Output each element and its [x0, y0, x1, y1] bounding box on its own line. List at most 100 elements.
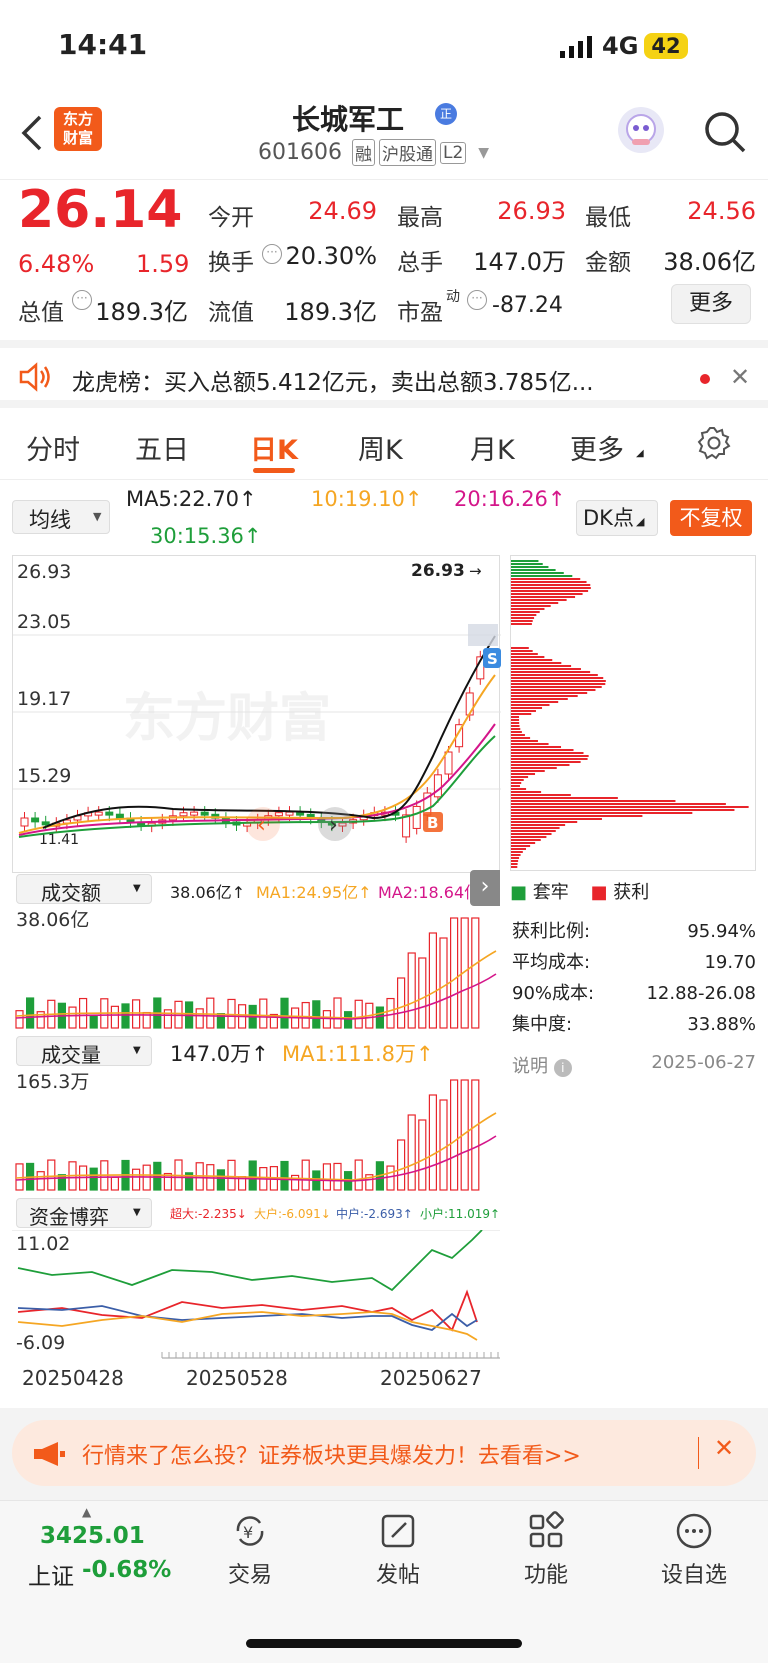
chip-bar	[511, 656, 545, 658]
amount-select[interactable]: 成交额 ▼	[16, 874, 152, 905]
chip-bar	[511, 686, 602, 688]
tab-daily-k[interactable]: 日K	[250, 428, 298, 467]
chip-footer[interactable]: 说明 i 2025-06-27	[512, 1052, 756, 1078]
info-icon[interactable]: ···	[467, 290, 487, 310]
volume-bar	[47, 1159, 56, 1191]
value-open: 24.69	[308, 197, 377, 225]
close-icon[interactable]: ✕	[730, 363, 750, 391]
close-icon[interactable]: ✕	[714, 1434, 734, 1462]
nav-functions[interactable]: 功能	[486, 1511, 606, 1589]
home-indicator	[246, 1639, 522, 1648]
volume-select[interactable]: 成交量 ▼	[16, 1036, 152, 1067]
amount-ma2: MA2:18.64亿	[378, 883, 481, 902]
adjust-button[interactable]: 不复权	[670, 500, 752, 536]
tab-intraday[interactable]: 分时	[26, 428, 80, 467]
fund-mid: 中户:-2.693↑	[336, 1207, 413, 1221]
chevron-down-icon: ▼	[133, 1207, 141, 1218]
chip-bar	[511, 572, 564, 574]
tab-weekly-k[interactable]: 周K	[358, 428, 403, 467]
fund-select[interactable]: 资金博弈 ▼	[16, 1198, 152, 1229]
gear-icon[interactable]	[697, 426, 731, 464]
apps-icon	[529, 1511, 564, 1548]
ad-area: 行情来了怎么投？证券板块更具爆发力！去看看>> ✕	[0, 1408, 768, 1500]
ad-banner[interactable]: 行情来了怎么投？证券板块更具爆发力！去看看>> ✕	[12, 1420, 756, 1486]
ma-select[interactable]: 均线 ▼	[12, 500, 110, 534]
chip-bar	[511, 689, 596, 691]
nav-add-watchlist[interactable]: 设自选	[634, 1511, 754, 1589]
amount-ymax: 38.06亿	[16, 909, 89, 931]
nav-trade[interactable]: ¥ 交易	[190, 1511, 310, 1589]
logo-text-2: 财富	[62, 129, 93, 147]
index-name[interactable]: 上证	[28, 1557, 74, 1591]
volume-bar	[301, 1001, 310, 1029]
panel-toggle-icon[interactable]: ›	[470, 870, 500, 906]
amount-chart[interactable]: 38.06亿	[12, 906, 500, 1030]
chip-bar	[511, 680, 606, 682]
chip-bar	[511, 578, 581, 580]
stock-code-row[interactable]: 601606 融 沪股通 L2 ▼	[258, 139, 489, 166]
chip-bar	[511, 767, 557, 769]
chip-bar	[511, 770, 545, 772]
back-icon[interactable]	[18, 113, 44, 157]
dk-point-label: DK点	[583, 506, 634, 530]
ad-text[interactable]: 行情来了怎么投？证券板块更具爆发力！去看看>>	[82, 1438, 581, 1470]
assistant-avatar[interactable]	[618, 107, 664, 153]
volume-bar	[322, 1010, 331, 1029]
chip-date: 2025-06-27	[651, 1052, 756, 1073]
chip-bar	[511, 695, 578, 697]
kline-chart[interactable]: 东方财富 26.93 23.05 19.17 15.29 26.93 → 11.…	[12, 555, 501, 873]
chip-stats: 获利比例: 95.94% 平均成本: 19.70 90%成本: 12.88-26.08…	[512, 916, 756, 1040]
candle-body	[465, 692, 474, 716]
volume-bar	[280, 1160, 289, 1191]
search-icon[interactable]	[703, 110, 747, 158]
ma10-label: 10:19.10↑	[311, 487, 423, 511]
chip-stat-value: 95.94%	[687, 921, 756, 942]
volume-bar	[471, 917, 480, 1029]
unread-dot	[700, 374, 710, 384]
fund-small: 小户:11.019↑	[420, 1207, 501, 1221]
notice-bar[interactable]: 龙虎榜：买入总额5.412亿元，卖出总额3.785亿... ✕	[0, 340, 768, 408]
value-turnover: 20.30%	[285, 242, 377, 270]
volume-value: 147.0万↑	[170, 1042, 269, 1066]
ma30-label: 30:15.36↑	[150, 524, 262, 548]
chip-bar	[511, 866, 518, 868]
index-value[interactable]: 3425.01	[40, 1523, 145, 1549]
chip-bar	[511, 722, 520, 724]
ma5-label: MA5:22.70↑	[126, 487, 257, 511]
chip-distribution	[510, 555, 756, 871]
dropdown-icon[interactable]: ▼	[478, 145, 489, 161]
nav-post[interactable]: 发帖	[338, 1511, 458, 1589]
volume-chart[interactable]: 165.3万	[12, 1068, 500, 1192]
chip-bar	[511, 707, 543, 709]
fund-chart[interactable]: 11.02 -6.09 20250428 20250528 20250627	[12, 1230, 500, 1406]
tab-more[interactable]: 更多	[570, 428, 624, 467]
chip-bar	[511, 851, 523, 853]
network-label: 4G	[602, 32, 639, 60]
amount-ma1: MA1:24.95亿↑	[256, 883, 372, 902]
tab-monthly-k[interactable]: 月K	[470, 428, 515, 467]
fund-big: 大户:-6.091↓	[254, 1207, 331, 1221]
tab-five-day[interactable]: 五日	[135, 428, 189, 467]
volume-bar	[439, 937, 448, 1029]
chip-bar	[511, 809, 735, 811]
chip-bar	[511, 701, 559, 703]
label-high: 最高	[397, 205, 443, 231]
more-button[interactable]: 更多	[671, 284, 751, 324]
chip-bar	[511, 581, 587, 583]
index-percent[interactable]: -0.68%	[82, 1557, 171, 1583]
chip-stat-row: 90%成本: 12.88-26.08	[512, 978, 756, 1009]
chip-bar	[511, 692, 588, 694]
volume-bar	[206, 997, 215, 1029]
volume-bar	[471, 1079, 480, 1191]
chip-bar	[511, 713, 532, 715]
candle-body	[31, 817, 40, 823]
chip-bar	[511, 593, 583, 595]
dk-point-button[interactable]: DK点 ◢	[576, 500, 658, 536]
chip-stat-value: 19.70	[704, 952, 756, 973]
candle-body	[433, 774, 442, 798]
value-low: 24.56	[687, 197, 756, 225]
chip-bar	[511, 833, 552, 835]
app-logo[interactable]: 东方 财富	[54, 107, 102, 151]
fund-super: 超大:-2.235↓	[170, 1207, 247, 1221]
notice-text[interactable]: 龙虎榜：买入总额5.412亿元，卖出总额3.785亿...	[72, 363, 662, 397]
